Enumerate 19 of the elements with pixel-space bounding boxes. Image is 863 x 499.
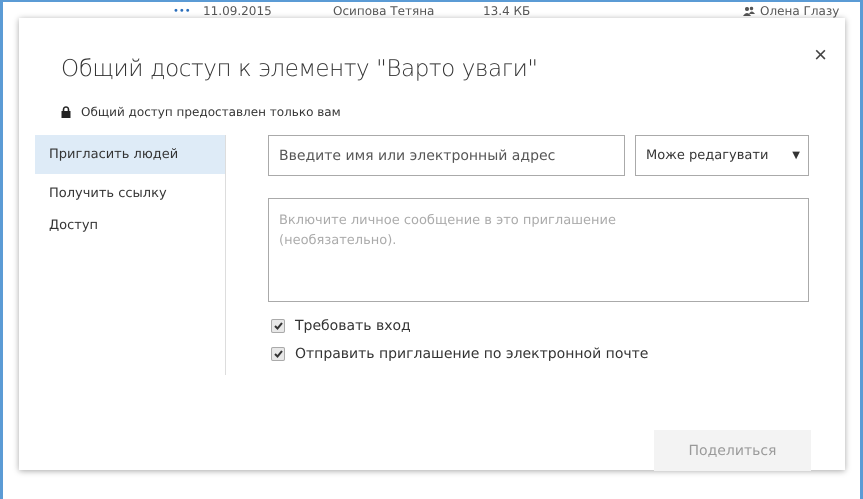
dialog-title: Общий доступ к элементу "Варто уваги" — [61, 56, 538, 82]
size-text: 13.4 КБ — [483, 4, 532, 18]
checkbox-label: Требовать вход — [295, 318, 411, 334]
date-text: 11.09.2015 — [203, 4, 273, 18]
author-text: Осипова Тетяна — [333, 4, 436, 18]
lock-icon — [61, 106, 71, 118]
status-text: Общий доступ предоставлен только вам — [81, 105, 341, 119]
more-icon[interactable]: ••• — [173, 6, 203, 16]
sidebar-item[interactable]: Пригласить людей — [35, 135, 225, 174]
caret-icon: ▼ — [792, 150, 800, 161]
checkbox[interactable] — [271, 347, 285, 361]
name-input-field[interactable]: Введите имя или электронный адрес — [268, 135, 625, 176]
permission-dropdown[interactable]: Може редагувати ▼ — [635, 135, 809, 176]
close-button[interactable]: × — [814, 44, 827, 66]
shared-with-text: Олена Глазу — [760, 4, 840, 18]
message-field[interactable]: Включите личное сообщение в это приглашение (необязательно). — [268, 198, 809, 302]
people-icon — [743, 6, 755, 16]
checkbox-label: Отправить приглашение по электронной почте — [295, 346, 648, 362]
checkbox[interactable] — [271, 319, 285, 333]
